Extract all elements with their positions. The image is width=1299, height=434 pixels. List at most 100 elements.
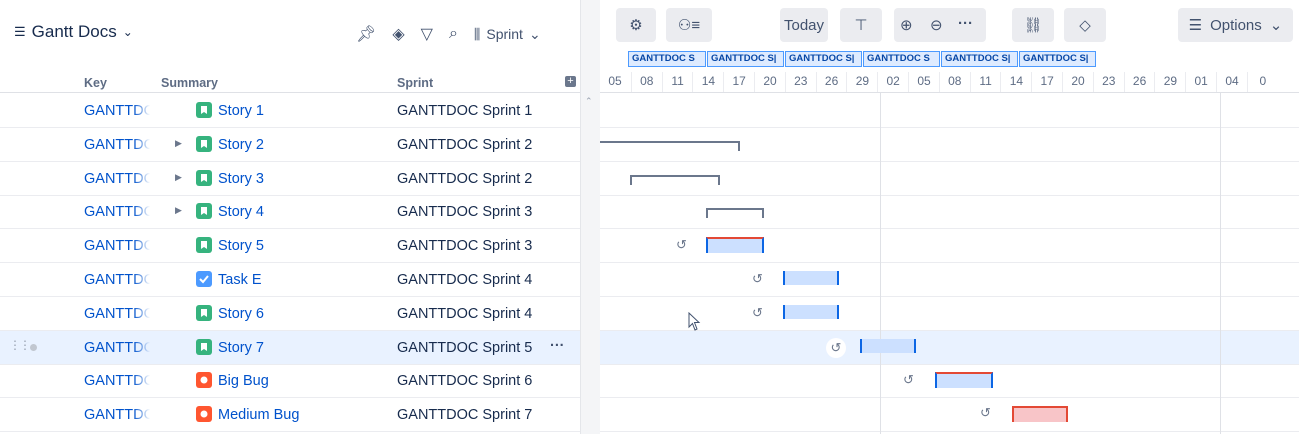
- task-bar-story-5[interactable]: [706, 237, 764, 253]
- issue-key-link[interactable]: GANTTDOC-1: [84, 103, 150, 119]
- issue-key-link[interactable]: GANTTDOC-9: [84, 373, 150, 389]
- sprint-cell[interactable]: GANTTDOC Sprint 2: [397, 171, 532, 187]
- layers-icon[interactable]: ◈: [392, 24, 404, 44]
- table-row[interactable]: GANTTDOC-4 ▶ Story 4 GANTTDOC Sprint 3: [0, 195, 580, 230]
- drag-handle-icon[interactable]: ⋮⋮: [9, 338, 31, 352]
- sprint-cell[interactable]: GANTTDOC Sprint 4: [397, 272, 532, 288]
- panel-splitter[interactable]: ⌃: [580, 0, 601, 434]
- issue-key-link[interactable]: GANTTDOC-4: [84, 204, 150, 220]
- row-more-button[interactable]: ···: [550, 338, 565, 354]
- pin-top-icon: ⊤: [854, 17, 868, 34]
- table-row[interactable]: ⋮⋮ GANTTDOC-8 Story 7 GANTTDOC Sprint 5 ···: [0, 330, 580, 365]
- table-row[interactable]: GANTTDOC-5 Story 5 GANTTDOC Sprint 3: [0, 229, 580, 264]
- add-column-button[interactable]: +: [565, 76, 576, 87]
- table-row[interactable]: GANTTDOC-2 ▶ Story 2 GANTTDOC Sprint 2: [0, 128, 580, 162]
- summary-bracket-story-4[interactable]: [706, 208, 764, 218]
- summary-bracket-story-3[interactable]: [630, 175, 720, 185]
- more-button[interactable]: ···: [958, 15, 973, 32]
- person-list-icon: ⚇≡: [677, 17, 701, 34]
- task-bar-medium-bug[interactable]: [1012, 406, 1068, 422]
- zoom-out-icon[interactable]: ⊖: [930, 16, 943, 34]
- issue-summary-link[interactable]: Story 1: [218, 103, 264, 119]
- bug-type-icon: [196, 372, 212, 389]
- sprint-band: GANTTDOC S GANTTDOC S| GANTTDOC S| GANTTDOC…: [628, 51, 1097, 67]
- task-bar-big-bug[interactable]: [935, 372, 993, 388]
- sprint-cell[interactable]: GANTTDOC Sprint 3: [397, 204, 532, 220]
- table-row[interactable]: GANTTDOC-7 Story 6 GANTTDOC Sprint 4: [0, 297, 580, 331]
- summary-bracket-story-2[interactable]: [600, 141, 740, 151]
- issue-summary-link[interactable]: Story 5: [218, 238, 264, 254]
- today-button[interactable]: Today: [780, 8, 828, 42]
- table-row[interactable]: GANTTDOC-6 Task E GANTTDOC Sprint 4: [0, 263, 580, 297]
- sprint-band-item[interactable]: GANTTDOC S|: [941, 51, 1018, 67]
- day-label: 14: [692, 72, 723, 92]
- issue-summary-link[interactable]: Story 2: [218, 137, 264, 153]
- table-row[interactable]: GANTTDOC-9 Big Bug GANTTDOC Sprint 6: [0, 364, 580, 399]
- story-type-icon: [196, 203, 212, 220]
- issue-summary-link[interactable]: Big Bug: [218, 373, 269, 389]
- issue-summary-link[interactable]: Task E: [218, 272, 262, 288]
- day-label: 11: [969, 72, 1001, 92]
- dependency-icon[interactable]: ↺: [676, 237, 687, 253]
- sprint-band-item[interactable]: GANTTDOC S|: [707, 51, 784, 67]
- dependency-icon[interactable]: ↺: [752, 305, 763, 321]
- dependency-icon[interactable]: ↺: [903, 372, 914, 388]
- link-button[interactable]: ⛓: [1012, 8, 1054, 42]
- pin-icon[interactable]: 📌︎: [356, 24, 376, 44]
- sprint-band-item[interactable]: GANTTDOC S: [628, 51, 706, 67]
- table-row[interactable]: GANTTDOC-10 Medium Bug GANTTDOC Sprint 7: [0, 398, 580, 433]
- task-bar-task-e[interactable]: [783, 271, 839, 285]
- issue-summary-link[interactable]: Story 4: [218, 204, 264, 220]
- sprint-band-item[interactable]: GANTTDOC S|: [785, 51, 862, 67]
- dependency-icon[interactable]: ↺: [752, 271, 763, 287]
- sprint-cell[interactable]: GANTTDOC Sprint 5: [397, 340, 532, 356]
- grouping-dropdown[interactable]: ⫼ Sprint ⌄: [474, 26, 541, 43]
- expand-chevron-icon[interactable]: ▶: [175, 172, 182, 183]
- story-type-icon: [196, 338, 212, 355]
- sprint-cell[interactable]: GANTTDOC Sprint 7: [397, 407, 532, 423]
- issue-summary-link[interactable]: Story 6: [218, 306, 264, 322]
- issue-key-link[interactable]: GANTTDOC-6: [84, 272, 150, 288]
- issue-key-link[interactable]: GANTTDOC-3: [84, 171, 150, 187]
- sprint-cell[interactable]: GANTTDOC Sprint 1: [397, 103, 532, 119]
- expand-chevron-icon[interactable]: ▶: [175, 205, 182, 216]
- issue-key-link[interactable]: GANTTDOC-8: [84, 340, 150, 356]
- task-bar-story-7[interactable]: [860, 339, 916, 353]
- column-header-key[interactable]: Key: [84, 76, 107, 90]
- column-header-sprint[interactable]: Sprint: [397, 76, 433, 90]
- resources-button[interactable]: ⚇≡: [666, 8, 712, 42]
- milestone-button[interactable]: ◇: [1064, 8, 1106, 42]
- dependency-icon[interactable]: ↺: [826, 338, 846, 358]
- zoom-in-icon[interactable]: ⊕: [900, 16, 913, 34]
- issue-key-link[interactable]: GANTTDOC-7: [84, 306, 150, 322]
- issue-key-link[interactable]: GANTTDOC-5: [84, 238, 150, 254]
- task-bar-story-6[interactable]: [783, 305, 839, 319]
- table-row[interactable]: GANTTDOC-1 Story 1 GANTTDOC Sprint 1: [0, 94, 580, 128]
- column-header-summary[interactable]: Summary: [161, 76, 218, 90]
- sprint-cell[interactable]: GANTTDOC Sprint 3: [397, 238, 532, 254]
- sprint-cell[interactable]: GANTTDOC Sprint 2: [397, 137, 532, 153]
- settings-button[interactable]: ⚙: [616, 8, 656, 42]
- columns-icon: ⫼: [473, 25, 481, 42]
- scroll-to-top-button[interactable]: ⊤: [840, 8, 882, 42]
- issue-summary-link[interactable]: Story 3: [218, 171, 264, 187]
- search-icon[interactable]: ⌕: [449, 25, 458, 43]
- expand-chevron-icon[interactable]: ▶: [175, 138, 182, 149]
- list-icon: ☰: [1188, 17, 1203, 34]
- dependency-icon[interactable]: ↺: [980, 405, 991, 421]
- table-row[interactable]: GANTTDOC-3 ▶ Story 3 GANTTDOC Sprint 2: [0, 162, 580, 196]
- filter-icon[interactable]: ▽: [421, 24, 433, 44]
- project-title-dropdown[interactable]: ☰ Gantt Docs ⌄: [14, 22, 133, 42]
- options-dropdown[interactable]: ☰ Options ⌄: [1178, 8, 1293, 42]
- issue-summary-link[interactable]: Story 7: [218, 340, 264, 356]
- sprint-cell[interactable]: GANTTDOC Sprint 6: [397, 373, 532, 389]
- list-toolbar: 📌︎ ◈ ▽ ⌕ ⫼ Sprint ⌄: [356, 24, 541, 44]
- sprint-band-item[interactable]: GANTTDOC S|: [1019, 51, 1096, 67]
- chevron-up-icon[interactable]: ⌃: [585, 96, 593, 107]
- issue-key-link[interactable]: GANTTDOC-2: [84, 137, 150, 153]
- issue-key-link[interactable]: GANTTDOC-10: [84, 407, 150, 423]
- issue-summary-link[interactable]: Medium Bug: [218, 407, 299, 423]
- sprint-band-item[interactable]: GANTTDOC S: [863, 51, 940, 67]
- sprint-cell[interactable]: GANTTDOC Sprint 4: [397, 306, 532, 322]
- project-title: Gantt Docs: [31, 22, 117, 41]
